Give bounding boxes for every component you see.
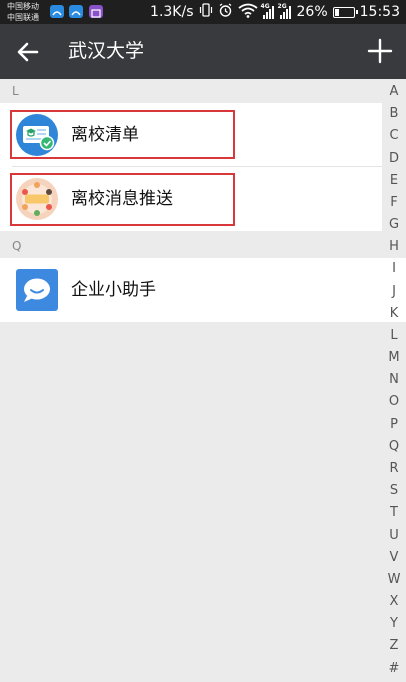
alphabet-index-letter[interactable]: Q bbox=[389, 438, 399, 456]
alphabet-index-letter[interactable]: R bbox=[389, 460, 398, 478]
wifi-icon bbox=[237, 3, 258, 22]
app-icon-blue-1 bbox=[50, 5, 64, 18]
alphabet-index-letter[interactable]: J bbox=[392, 283, 396, 301]
battery-percent: 26% bbox=[296, 4, 328, 20]
carrier-2: 中国联通 bbox=[7, 13, 39, 22]
alphabet-index-letter[interactable]: Y bbox=[390, 615, 398, 633]
alphabet-index-letter[interactable]: # bbox=[389, 660, 400, 678]
list-item-label: 企业小助手 bbox=[71, 280, 156, 300]
alphabet-index-letter[interactable]: G bbox=[389, 216, 399, 234]
section-header-l: L bbox=[0, 79, 382, 103]
title-bar: 武汉大学 bbox=[0, 24, 406, 79]
list-item-lixiao-xiaoxi-tuisong[interactable]: 离校消息推送 bbox=[0, 167, 382, 231]
alphabet-index-letter[interactable]: K bbox=[390, 305, 399, 323]
alphabet-index-letter[interactable]: L bbox=[390, 327, 397, 345]
page-title: 武汉大学 bbox=[68, 40, 145, 62]
alphabet-index-letter[interactable]: B bbox=[390, 105, 399, 123]
signal-2g-icon: 2G bbox=[278, 3, 292, 19]
alphabet-index-letter[interactable]: H bbox=[389, 238, 399, 256]
signal-4g-icon: 4G bbox=[261, 3, 275, 19]
network-speed: 1.3K/s bbox=[150, 4, 194, 20]
vibrate-icon bbox=[199, 3, 213, 21]
alphabet-index-letter[interactable]: V bbox=[390, 549, 399, 567]
back-button[interactable] bbox=[12, 36, 44, 68]
alphabet-index-letter[interactable]: Z bbox=[390, 637, 399, 655]
section-header-q: Q bbox=[0, 234, 382, 258]
alphabet-index-letter[interactable]: P bbox=[390, 416, 398, 434]
battery-icon bbox=[332, 6, 358, 18]
status-indicators: 1.3K/s 4G 2G 26% 15:53 bbox=[145, 0, 400, 24]
alarm-icon bbox=[218, 2, 233, 22]
certificate-checklist-icon bbox=[16, 114, 58, 156]
battery-level bbox=[334, 8, 340, 16]
carrier-info: 中国移动 中国联通 bbox=[7, 1, 39, 23]
alphabet-index-letter[interactable]: E bbox=[390, 172, 398, 190]
alphabet-index-letter[interactable]: W bbox=[388, 571, 401, 589]
status-bar: 中国移动 中国联通 1.3K/s 4G 2G 26% 15:53 bbox=[0, 0, 406, 24]
carrier-1: 中国移动 bbox=[7, 2, 39, 11]
alphabet-index-letter[interactable]: D bbox=[389, 150, 399, 168]
chat-bubble-icon bbox=[16, 269, 58, 311]
app-icon-purple bbox=[89, 5, 103, 18]
alphabet-index[interactable]: A B C D E F G H I J K L M N O P Q R S T U V W X Y Z # bbox=[382, 79, 406, 682]
list-item-label: 离校消息推送 bbox=[71, 189, 173, 209]
alphabet-index-letter[interactable]: C bbox=[389, 127, 398, 145]
alphabet-index-letter[interactable]: M bbox=[388, 349, 399, 367]
list-item-label: 离校清单 bbox=[71, 125, 139, 145]
alphabet-index-letter[interactable]: I bbox=[392, 260, 396, 278]
arrow-left-icon bbox=[17, 42, 39, 62]
alphabet-index-letter[interactable]: F bbox=[390, 194, 397, 212]
list-item-lixiao-qingdan[interactable]: 离校清单 bbox=[0, 103, 382, 167]
alphabet-index-letter[interactable]: U bbox=[389, 527, 399, 545]
alphabet-index-letter[interactable]: S bbox=[390, 482, 398, 500]
alphabet-index-letter[interactable]: N bbox=[389, 371, 399, 389]
alphabet-index-letter[interactable]: T bbox=[390, 504, 398, 522]
list-item-qiye-xiaozhushou[interactable]: 企业小助手 bbox=[0, 258, 406, 322]
alphabet-index-letter[interactable]: O bbox=[389, 393, 399, 411]
add-button[interactable] bbox=[364, 35, 396, 67]
clock: 15:53 bbox=[359, 4, 400, 20]
plus-icon bbox=[367, 38, 393, 64]
app-icon-blue-2 bbox=[69, 5, 83, 18]
alphabet-index-letter[interactable]: A bbox=[390, 83, 399, 101]
new-message-badge-icon bbox=[16, 178, 58, 220]
alphabet-index-letter[interactable]: X bbox=[390, 593, 399, 611]
